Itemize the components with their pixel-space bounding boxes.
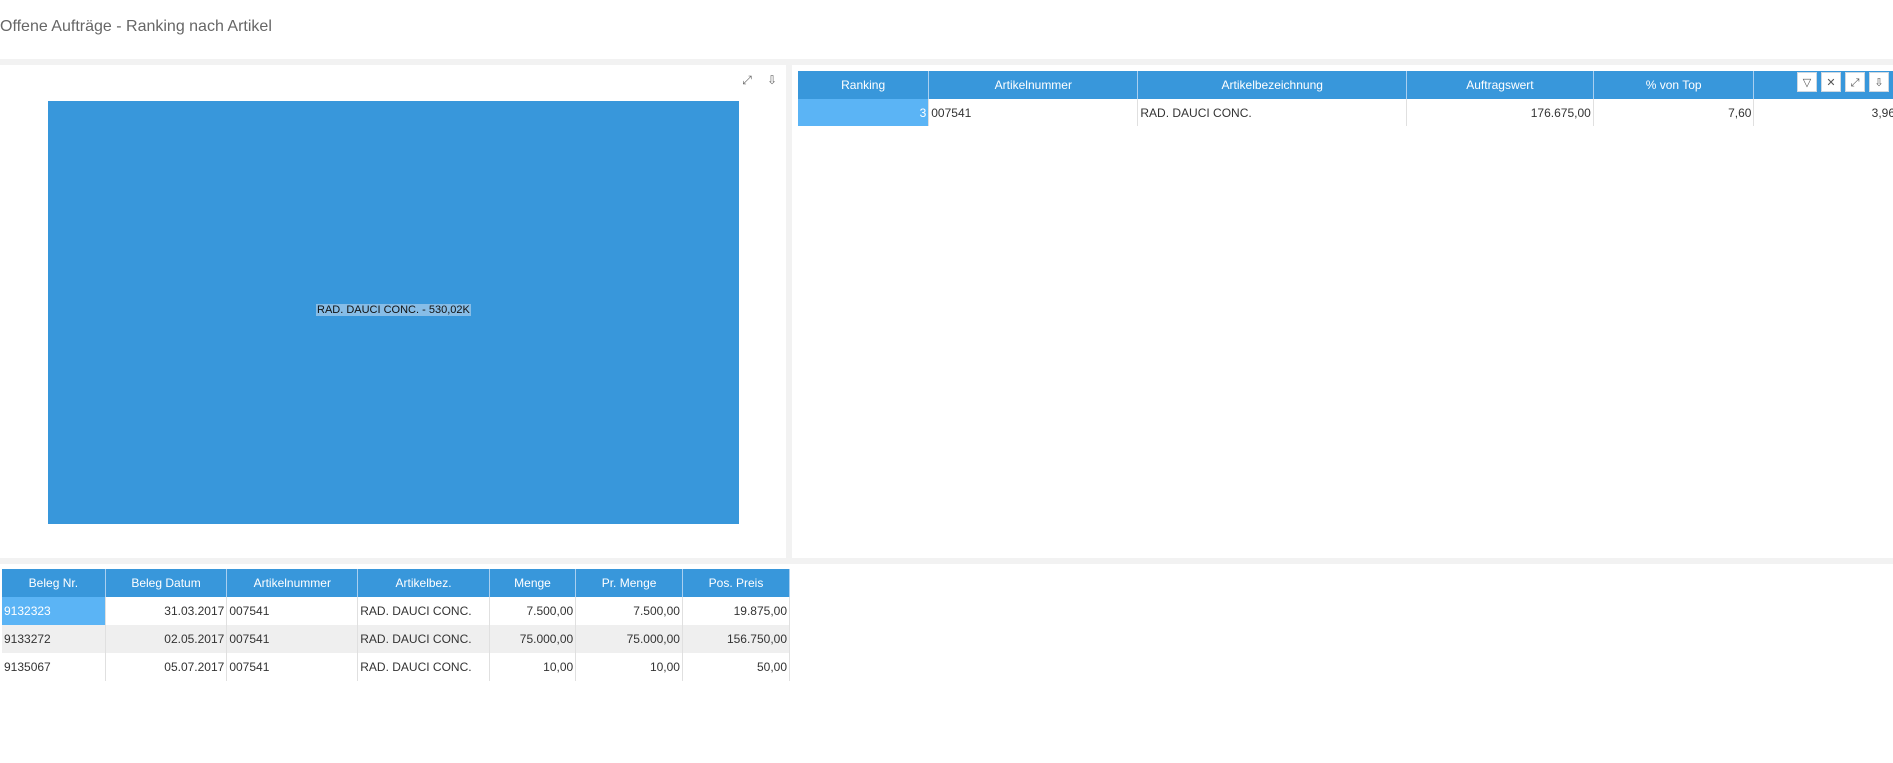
table-row[interactable]: 9135067 05.07.2017 007541 RAD. DAUCI CON… xyxy=(2,653,791,681)
page-title: Offene Aufträge - Ranking nach Artikel xyxy=(0,18,272,35)
cell-beleg-nr[interactable]: 9132323 xyxy=(2,597,106,625)
cell-datum[interactable]: 05.07.2017 xyxy=(105,653,228,681)
col-pct-von-top[interactable]: % von Top xyxy=(1593,71,1755,99)
col-pos-preis[interactable]: Pos. Preis xyxy=(682,569,791,597)
cell-pct-top[interactable]: 7,60 xyxy=(1593,99,1755,126)
table-row[interactable]: 9132323 31.03.2017 007541 RAD. DAUCI CON… xyxy=(2,597,791,625)
cell-beleg-nr[interactable]: 9135067 xyxy=(2,653,106,681)
cell-preis[interactable]: 50,00 xyxy=(682,653,791,681)
col-artikelnummer[interactable]: Artikelnummer xyxy=(928,71,1139,99)
section-divider xyxy=(0,558,1893,564)
cell-artikelnummer[interactable]: 007541 xyxy=(928,99,1139,126)
cell-extra[interactable]: 3,96 xyxy=(1753,99,1893,126)
col-beleg-nr[interactable]: Beleg Nr. xyxy=(2,569,106,597)
cell-menge[interactable]: 7.500,00 xyxy=(489,597,577,625)
filter-icon[interactable]: ▽ xyxy=(1797,72,1817,92)
expand-icon[interactable]: ⤢ xyxy=(1845,72,1865,92)
col-pr-menge[interactable]: Pr. Menge xyxy=(575,569,683,597)
cell-menge[interactable]: 75.000,00 xyxy=(489,625,577,653)
clear-filter-icon[interactable]: ✕ xyxy=(1821,72,1841,92)
cell-bez[interactable]: RAD. DAUCI CONC. xyxy=(357,597,490,625)
cell-preis[interactable]: 156.750,00 xyxy=(682,625,791,653)
cell-menge[interactable]: 10,00 xyxy=(489,653,577,681)
table-row[interactable]: 3 007541 RAD. DAUCI CONC. 176.675,00 7,6… xyxy=(798,99,1893,126)
col-artikelnummer[interactable]: Artikelnummer xyxy=(226,569,359,597)
cell-artikelnummer[interactable]: 007541 xyxy=(226,653,359,681)
panel-separator xyxy=(786,65,792,558)
table-toolbar: ▽ ✕ ⤢ ⇩ xyxy=(1797,72,1889,92)
ranking-table: Ranking Artikelnummer Artikelbezeichnung… xyxy=(798,71,1893,126)
col-beleg-datum[interactable]: Beleg Datum xyxy=(105,569,228,597)
table-row[interactable]: 9133272 02.05.2017 007541 RAD. DAUCI CON… xyxy=(2,625,791,653)
export-icon[interactable]: ⇩ xyxy=(1869,72,1889,92)
expand-icon[interactable]: ⤢ xyxy=(740,74,754,86)
col-artikelbez[interactable]: Artikelbez. xyxy=(357,569,490,597)
cell-datum[interactable]: 02.05.2017 xyxy=(105,625,228,653)
cell-bez[interactable]: RAD. DAUCI CONC. xyxy=(357,625,490,653)
col-auftragswert[interactable]: Auftragswert xyxy=(1406,71,1594,99)
col-artikelbezeichnung[interactable]: Artikelbezeichnung xyxy=(1137,71,1408,99)
cell-auftragswert[interactable]: 176.675,00 xyxy=(1406,99,1594,126)
cell-preis[interactable]: 19.875,00 xyxy=(682,597,791,625)
cell-pr-menge[interactable]: 7.500,00 xyxy=(575,597,683,625)
treemap-label: RAD. DAUCI CONC. - 530,02K xyxy=(316,304,471,316)
cell-artikelnummer[interactable]: 007541 xyxy=(226,597,359,625)
col-ranking[interactable]: Ranking xyxy=(798,71,930,99)
cell-beleg-nr[interactable]: 9133272 xyxy=(2,625,106,653)
cell-artikelnummer[interactable]: 007541 xyxy=(226,625,359,653)
cell-pr-menge[interactable]: 10,00 xyxy=(575,653,683,681)
cell-pr-menge[interactable]: 75.000,00 xyxy=(575,625,683,653)
cell-bezeichnung[interactable]: RAD. DAUCI CONC. xyxy=(1137,99,1408,126)
detail-header-row: Beleg Nr. Beleg Datum Artikelnummer Arti… xyxy=(2,569,791,597)
cell-ranking[interactable]: 3 xyxy=(798,99,930,126)
ranking-header-row: Ranking Artikelnummer Artikelbezeichnung… xyxy=(798,71,1893,99)
cell-datum[interactable]: 31.03.2017 xyxy=(105,597,228,625)
export-icon[interactable]: ⇩ xyxy=(765,74,779,86)
detail-table: Beleg Nr. Beleg Datum Artikelnummer Arti… xyxy=(2,569,791,681)
cell-bez[interactable]: RAD. DAUCI CONC. xyxy=(357,653,490,681)
col-menge[interactable]: Menge xyxy=(489,569,577,597)
